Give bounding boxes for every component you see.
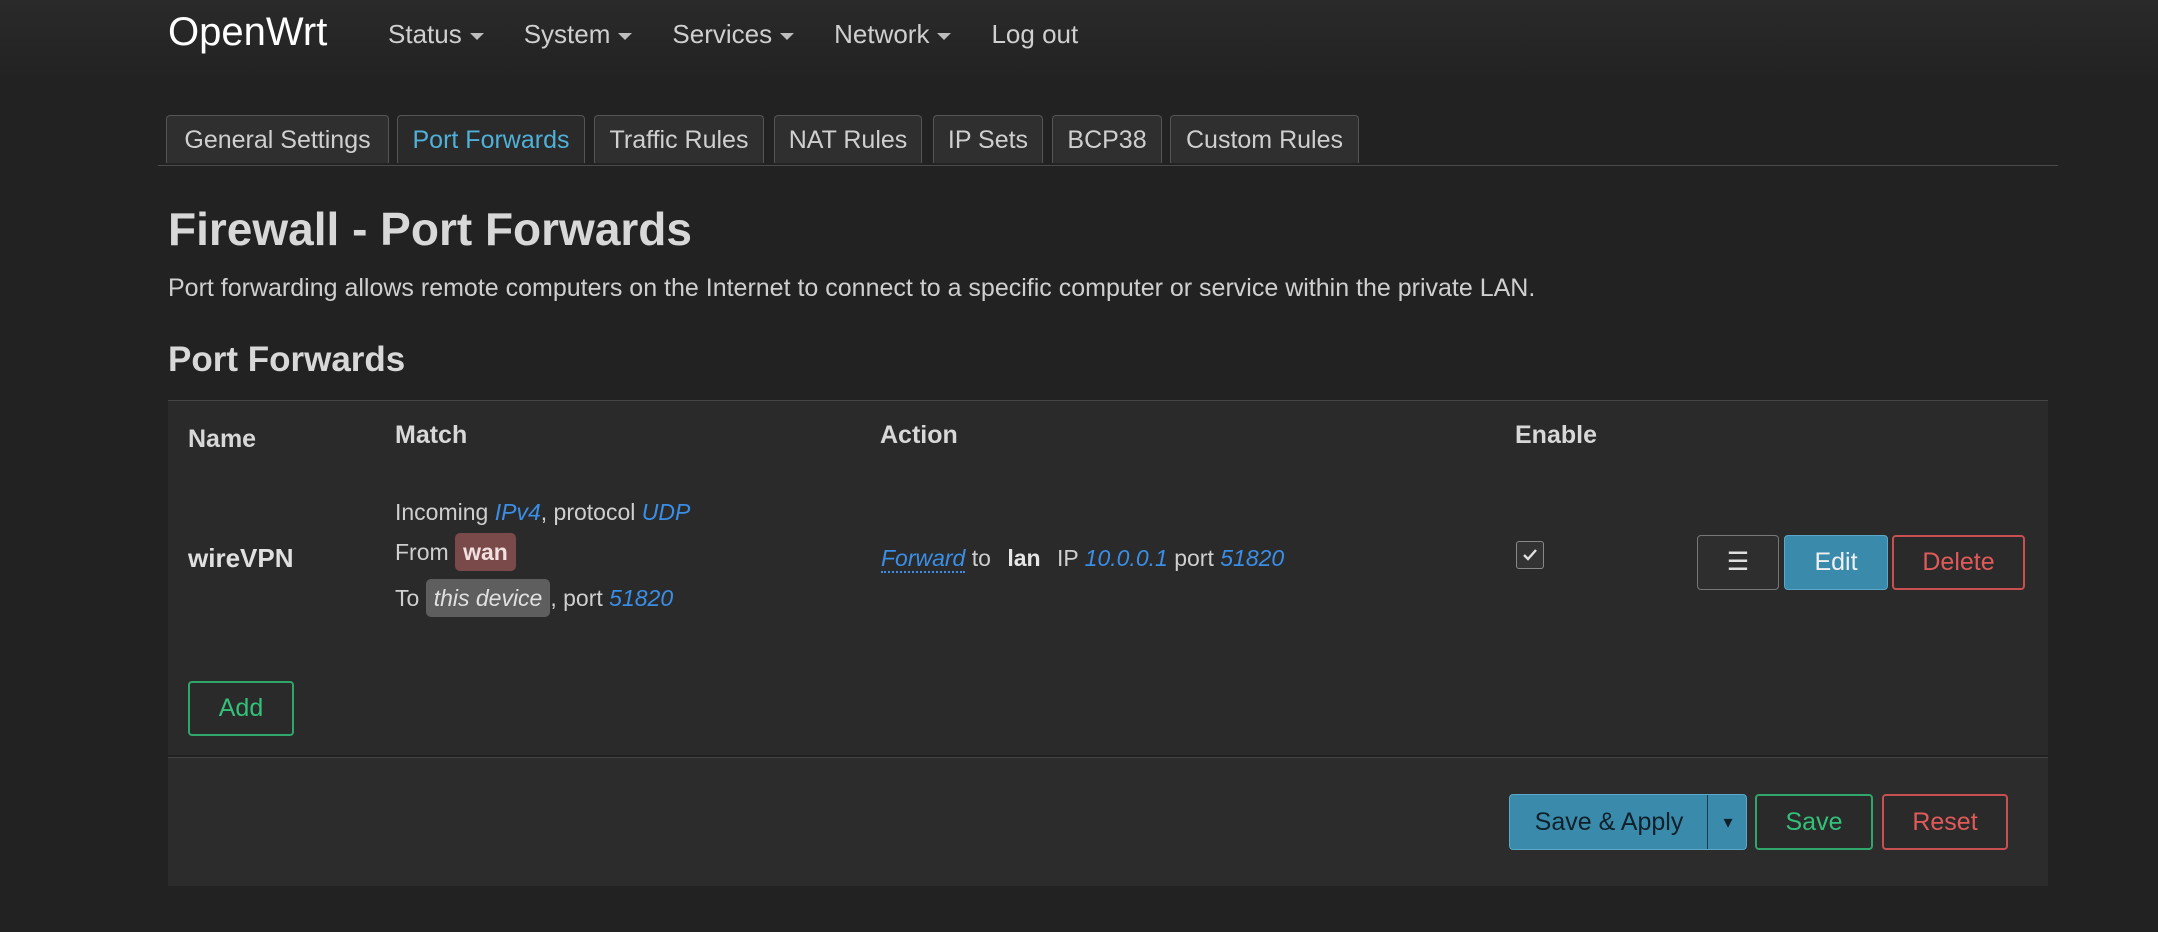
enable-checkbox[interactable] (1516, 541, 1544, 569)
tab-bar: General Settings Port Forwards Traffic R… (158, 115, 2058, 166)
column-header-enable: Enable (1515, 421, 1597, 449)
match-to-line: To this device, port 51820 (395, 579, 673, 617)
save-apply-label: Save & Apply (1534, 808, 1684, 836)
match-protocol: UDP (641, 499, 691, 525)
section-title: Port Forwards (168, 340, 406, 379)
nav-logout-label: Log out (991, 19, 1079, 49)
to-label: To (395, 585, 420, 611)
nav-system-label: System (523, 19, 611, 49)
incoming-label: Incoming (395, 499, 489, 525)
match-family: IPv4 (494, 499, 541, 525)
nav-status[interactable]: Status (388, 14, 484, 54)
tab-general-settings[interactable]: General Settings (166, 115, 389, 163)
match-from-line: From wan (395, 533, 516, 571)
page-actions: Save & Apply ▾ Save Reset (168, 757, 2048, 886)
action-to-label: to (971, 545, 991, 571)
save-apply-button[interactable]: Save & Apply ▾ (1509, 794, 1747, 850)
protocol-label: , protocol (540, 499, 636, 525)
top-bar: OpenWrt Status System Services Network L… (0, 0, 2158, 80)
save-button[interactable]: Save (1755, 794, 1873, 850)
tab-custom-rules[interactable]: Custom Rules (1170, 115, 1359, 163)
page-description: Port forwarding allows remote computers … (168, 274, 1536, 302)
rule-action: Forward to lan IP 10.0.0.1 port 51820 (881, 545, 1285, 573)
brand-logo[interactable]: OpenWrt (168, 8, 327, 56)
port-label: , port (550, 585, 603, 611)
action-ip-label: IP (1056, 545, 1079, 571)
edit-button[interactable]: Edit (1784, 535, 1888, 590)
caret-down-icon (618, 32, 633, 40)
action-port-label: port (1174, 545, 1214, 571)
nav-services-label: Services (672, 19, 773, 49)
table-header: Name Match Action Enable (168, 400, 2048, 478)
action-zone: lan (1007, 545, 1041, 571)
tab-nat-rules[interactable]: NAT Rules (774, 115, 922, 163)
tab-ip-sets[interactable]: IP Sets (933, 115, 1043, 163)
tab-bcp38[interactable]: BCP38 (1052, 115, 1162, 163)
table-row: wireVPN Incoming IPv4, protocol UDP From… (168, 477, 2048, 755)
column-header-action: Action (880, 421, 958, 449)
checkmark-icon (1523, 549, 1537, 561)
reset-button[interactable]: Reset (1882, 794, 2008, 850)
action-verb: Forward (881, 545, 966, 573)
action-port: 51820 (1220, 545, 1285, 571)
nav-services[interactable]: Services (672, 14, 795, 54)
delete-button[interactable]: Delete (1892, 535, 2025, 590)
from-label: From (395, 539, 449, 565)
nav-network-label: Network (834, 19, 930, 49)
column-header-match: Match (395, 421, 468, 449)
caret-down-icon (469, 32, 484, 40)
main-nav: Status System Services Network Log out (388, 14, 1118, 54)
save-apply-dropdown-icon[interactable]: ▾ (1708, 795, 1748, 849)
caret-down-icon (780, 32, 795, 40)
caret-down-icon (937, 32, 952, 40)
nav-status-label: Status (388, 19, 462, 49)
action-ip: 10.0.0.1 (1084, 545, 1168, 571)
nav-system[interactable]: System (524, 14, 633, 54)
rule-name: wireVPN (188, 543, 294, 573)
add-button[interactable]: Add (188, 681, 294, 736)
column-header-name: Name (188, 425, 257, 453)
match-incoming-line: Incoming IPv4, protocol UDP (395, 499, 690, 526)
page-title: Firewall - Port Forwards (168, 203, 692, 255)
drag-handle-button[interactable]: ☰ (1697, 535, 1779, 590)
target-badge-device: this device (425, 579, 551, 617)
nav-network[interactable]: Network (834, 14, 952, 54)
nav-logout[interactable]: Log out (991, 14, 1078, 54)
tab-traffic-rules[interactable]: Traffic Rules (594, 115, 764, 163)
match-port: 51820 (609, 585, 674, 611)
zone-badge-wan: wan (455, 533, 516, 571)
tab-port-forwards[interactable]: Port Forwards (397, 115, 585, 163)
